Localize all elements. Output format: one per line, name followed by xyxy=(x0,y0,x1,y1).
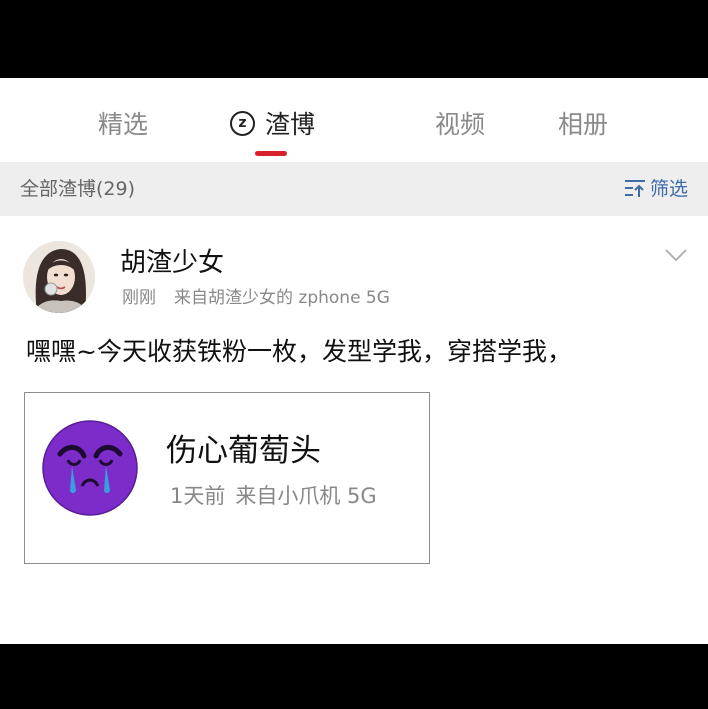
post-count-label: 全部渣博(29) xyxy=(20,174,135,204)
post-count: (29) xyxy=(96,178,136,200)
avatar[interactable] xyxy=(23,241,95,313)
post-time: 刚刚 xyxy=(122,288,156,308)
tab-label: 渣博 xyxy=(265,110,316,139)
tab-label: 相册 xyxy=(558,110,609,139)
all-posts-title: 全部渣博 xyxy=(20,178,97,200)
tab-videos[interactable]: 视频 xyxy=(435,108,485,142)
post-card: 胡渣少女 刚刚 来自胡渣少女的 zphone 5G 嘿嘿~今天收获铁粉一枚，发型学… xyxy=(0,216,708,644)
tab-label: 精选 xyxy=(98,110,149,139)
quoted-post-card[interactable]: 伤心葡萄头 1天前 来自小爪机 5G xyxy=(24,392,430,564)
active-tab-indicator xyxy=(255,151,287,156)
quoted-time: 1天前 xyxy=(170,484,226,508)
filter-icon xyxy=(624,179,645,197)
tab-zhabo[interactable]: z 渣博 xyxy=(230,108,315,142)
crying-purple-face-icon xyxy=(42,420,138,516)
z-circle-icon: z xyxy=(230,110,255,136)
post-meta: 刚刚 来自胡渣少女的 zphone 5G xyxy=(122,286,390,310)
filter-label: 筛选 xyxy=(649,178,688,200)
top-tab-bar: 精选 z 渣博 视频 相册 xyxy=(0,78,708,162)
post-source: 来自胡渣少女的 zphone 5G xyxy=(174,288,390,308)
tab-label: 视频 xyxy=(435,110,486,139)
quoted-meta: 1天前 来自小爪机 5G xyxy=(170,481,377,511)
tab-albums[interactable]: 相册 xyxy=(558,108,608,142)
post-text: 嘿嘿~今天收获铁粉一枚，发型学我，穿搭学我， xyxy=(26,337,572,366)
tab-featured[interactable]: 精选 xyxy=(98,108,148,142)
user-avatar-illustration xyxy=(23,241,95,313)
filter-bar: 全部渣博(29) 筛选 xyxy=(0,162,708,216)
quoted-author-name: 伤心葡萄头 xyxy=(166,433,321,469)
quoted-source: 来自小爪机 5G xyxy=(235,484,377,508)
post-author-name[interactable]: 胡渣少女 xyxy=(120,246,224,280)
chevron-down-icon[interactable] xyxy=(664,248,688,262)
app-screen: 精选 z 渣博 视频 相册 全部渣博(29) 筛选 胡渣少女 刚刚 来自胡渣少女… xyxy=(0,78,708,644)
filter-button[interactable]: 筛选 xyxy=(624,174,688,204)
